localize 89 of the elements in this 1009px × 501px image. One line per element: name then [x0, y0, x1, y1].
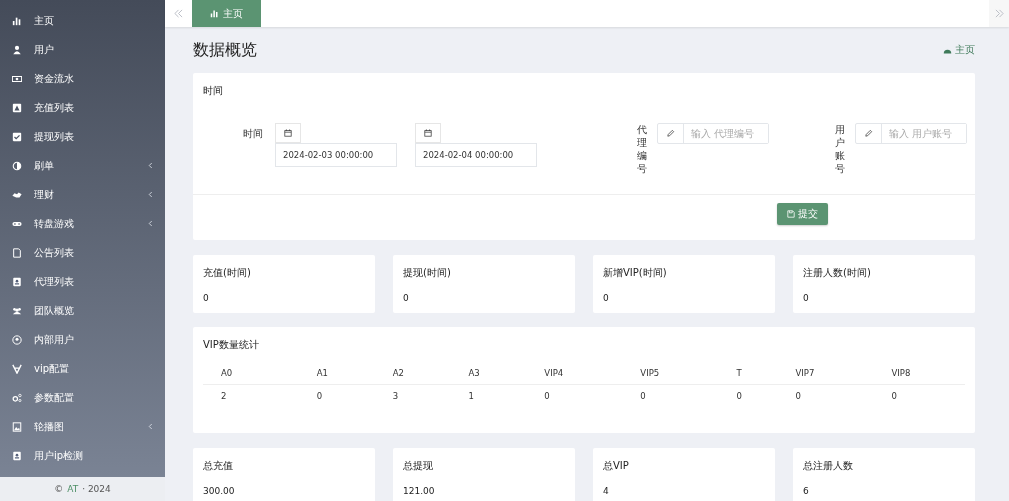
column-header: VIP8 — [873, 361, 965, 385]
card-title: VIP数量统计 — [203, 338, 260, 352]
column-header: A0 — [203, 361, 299, 385]
sidebar-item[interactable]: 资金流水 — [0, 64, 165, 93]
sidebar-item[interactable]: 刷单 — [0, 151, 165, 180]
stat-value: 4 — [603, 486, 610, 496]
save-icon — [787, 210, 795, 218]
stat-value: 0 — [203, 293, 210, 303]
table-cell: 0 — [718, 384, 778, 407]
stat-label: 总提现 — [403, 459, 434, 473]
page-title: 数据概览 — [193, 39, 257, 61]
copyright-text: · 2024 — [82, 484, 111, 494]
field-label: 代理编号 — [637, 123, 647, 175]
sidebar-item[interactable]: 团队概览 — [0, 296, 165, 325]
table-cell: 0 — [777, 384, 874, 407]
stat-value: 0 — [803, 293, 810, 303]
stat-label: 充值(时间) — [203, 266, 252, 280]
stat-value: 6 — [803, 486, 810, 496]
bar-chart-icon — [210, 9, 219, 18]
copyright-text: © — [54, 484, 64, 494]
stat-label: 注册人数(时间) — [803, 266, 872, 280]
agent-id-field[interactable]: 输入 代理编号 — [657, 123, 769, 144]
table-cell: 2 — [203, 384, 299, 407]
breadcrumb-link[interactable]: 主页 — [943, 43, 975, 57]
sidebar-item[interactable]: 公告列表 — [0, 238, 165, 267]
image-icon — [12, 421, 22, 432]
table-cell: 0 — [526, 384, 623, 407]
sidebar-item[interactable]: 理财 — [0, 180, 165, 209]
stat-label: 提现(时间) — [403, 266, 452, 280]
pencil-icon — [666, 129, 675, 138]
warning-icon — [12, 102, 22, 113]
gears-icon — [12, 392, 22, 403]
account-field[interactable]: 输入 用户账号 — [855, 123, 967, 144]
calendar-button[interactable] — [415, 123, 441, 143]
sidebar-item[interactable]: 参数配置 — [0, 383, 165, 412]
sidebar-item[interactable]: 转盘游戏 — [0, 209, 165, 238]
id-card-icon — [12, 276, 22, 287]
field-label: 时间 — [243, 127, 263, 141]
date-field[interactable]: 2024-02-04 00:00:00 — [415, 143, 537, 167]
card-title: 时间 — [202, 84, 224, 98]
column-header: VIP5 — [622, 361, 719, 385]
stat-label: 总VIP — [603, 459, 630, 473]
stat-value: 300.00 — [203, 486, 236, 496]
calendar-icon — [424, 129, 432, 137]
stat-label: 总充值 — [203, 459, 234, 473]
column-header: VIP7 — [777, 361, 874, 385]
table-cell: 0 — [622, 384, 719, 407]
double-chevron-right-icon — [994, 9, 1004, 18]
calendar-icon — [284, 129, 292, 137]
double-chevron-left-icon — [174, 9, 183, 18]
sidebar-item[interactable]: 内部用户 — [0, 325, 165, 354]
sidebar-item[interactable]: vip配置 — [0, 354, 165, 383]
submit-button[interactable]: 提交 — [777, 203, 828, 225]
column-header: A3 — [450, 361, 527, 385]
stat-value: 0 — [403, 293, 410, 303]
table-cell: 3 — [374, 384, 451, 407]
bar-chart-icon — [12, 15, 22, 26]
table-cell: 1 — [450, 384, 527, 407]
brand-link[interactable]: AT — [67, 484, 79, 494]
sidebar-item[interactable]: 用户 — [0, 35, 165, 64]
stat-value: 121.00 — [403, 486, 436, 496]
column-header: A2 — [374, 361, 451, 385]
user-icon — [12, 44, 22, 55]
banknote-icon — [12, 73, 22, 84]
sidebar-item[interactable]: 代理列表 — [0, 267, 165, 296]
stat-value: 0 — [603, 293, 610, 303]
stat-label: 总注册人数 — [803, 459, 854, 473]
document-icon — [12, 247, 22, 258]
stat-label: 新增VIP(时间) — [603, 266, 668, 280]
half-circle-icon — [12, 160, 22, 171]
pencil-icon — [864, 129, 873, 138]
sidebar-item[interactable]: 充值列表 — [0, 93, 165, 122]
checkbox-icon — [12, 131, 22, 142]
field-label: 用户账号 — [835, 123, 845, 175]
sidebar-item[interactable]: 轮播图 — [0, 412, 165, 441]
vip-icon — [12, 363, 22, 374]
column-header: VIP4 — [526, 361, 623, 385]
sidebar-item[interactable]: 用户ip检测 — [0, 441, 165, 470]
id-card-icon — [12, 450, 22, 461]
column-header: A1 — [298, 361, 375, 385]
tab[interactable]: 主页 — [192, 0, 261, 27]
sidebar-item[interactable]: 主页 — [0, 6, 165, 35]
table-cell: 0 — [298, 384, 375, 407]
column-header: T — [718, 361, 778, 385]
calendar-button[interactable] — [275, 123, 301, 143]
table-cell: 0 — [873, 384, 965, 407]
user-circle-icon — [12, 334, 22, 345]
date-field[interactable]: 2024-02-03 00:00:00 — [275, 143, 397, 167]
sidebar-item[interactable]: 提现列表 — [0, 122, 165, 151]
